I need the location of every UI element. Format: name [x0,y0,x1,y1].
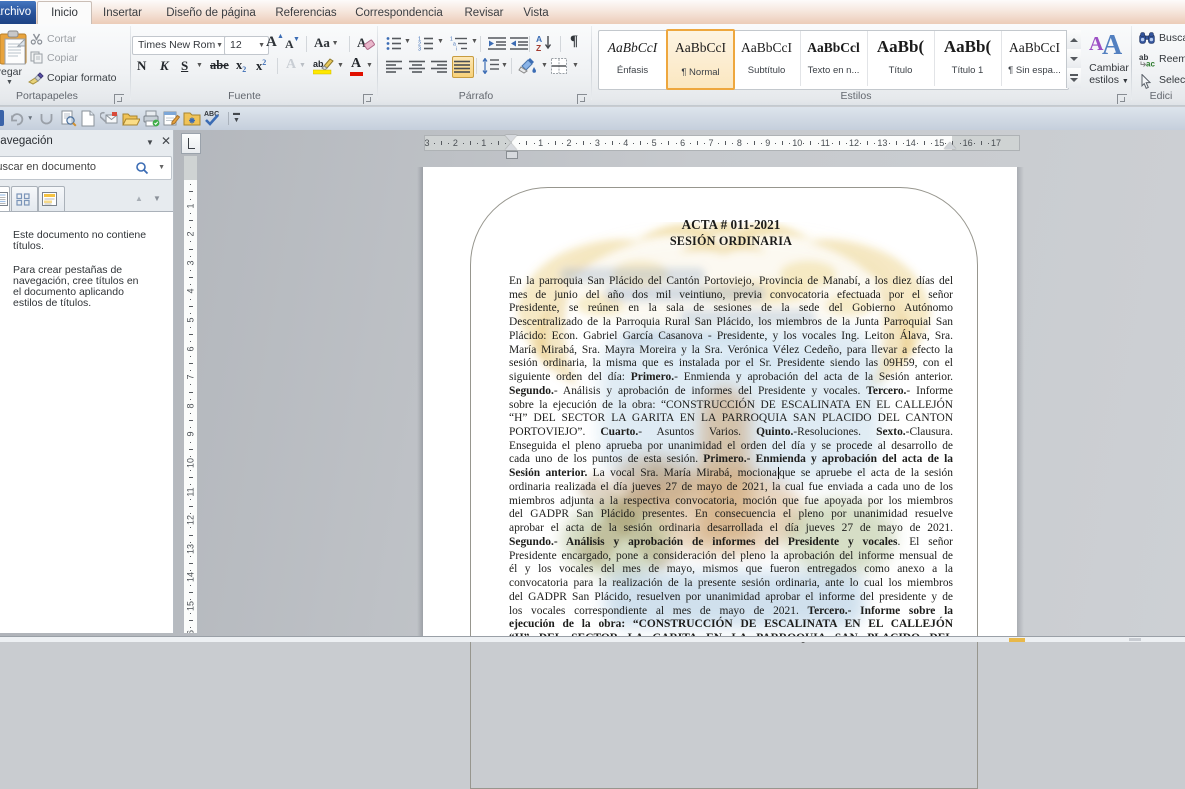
svg-text:i: i [456,47,457,51]
svg-text:ac: ac [1146,60,1155,68]
svg-text:Z: Z [536,43,541,52]
svg-text:3: 3 [418,47,421,51]
